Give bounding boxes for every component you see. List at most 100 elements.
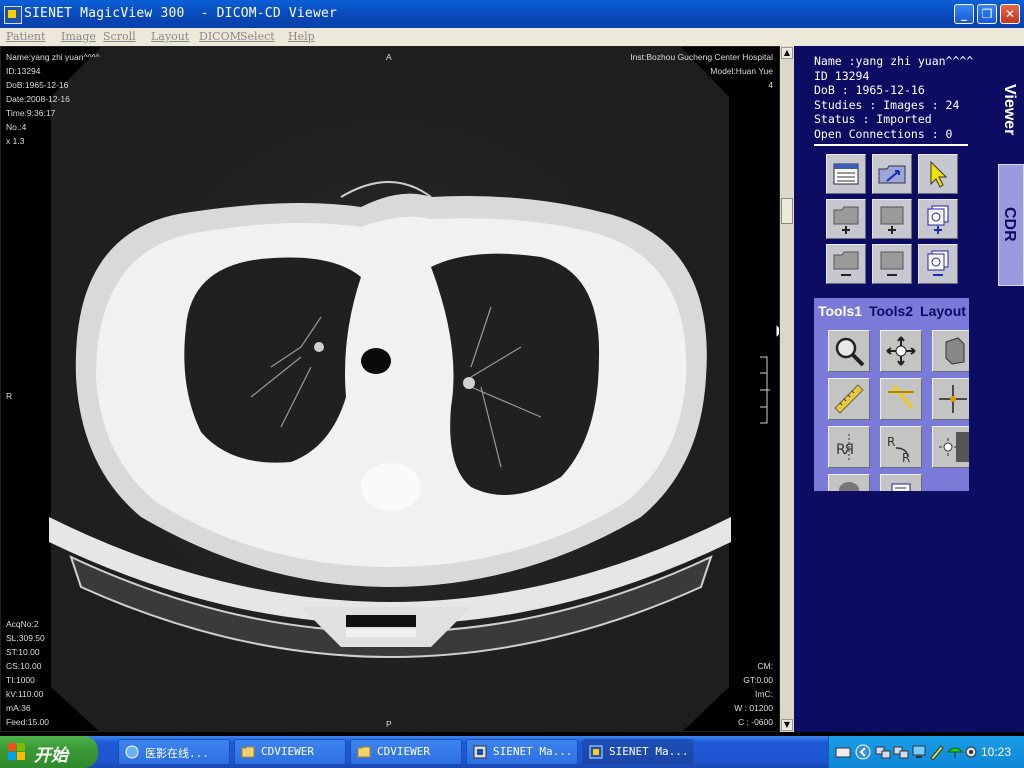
info-dob: DoB : 1965-12-16 [814,83,925,97]
tray-expand-icon[interactable] [855,744,871,760]
app-icon[interactable] [4,6,22,24]
annotation-icon [891,483,911,491]
dob-overlay: DoB:1965-12-16 [6,80,69,90]
roi-icon [839,482,859,491]
network-icon[interactable] [875,744,891,760]
menu-layout[interactable]: Layout [151,30,189,43]
pointer-arrow-icon [930,160,948,188]
task-item[interactable]: SIENET Ma... [466,739,578,765]
roi-tool-button[interactable] [828,474,870,491]
brightness-tool-button[interactable] [932,426,969,468]
slice-location-overlay: SL:309.50 [6,633,45,643]
feed-overlay: Feed:15.00 [6,717,50,727]
scroll-down-icon[interactable]: ▼ [781,719,793,731]
svg-text:R: R [844,442,854,458]
crosshair-tool-button[interactable] [932,378,969,420]
tab-tools1[interactable]: Tools1 [816,300,864,322]
menu-patient[interactable]: Patient [6,30,45,43]
scale-ruler [760,356,770,424]
menu-scroll[interactable]: Scroll [103,30,136,43]
task-item[interactable]: CDVIEWER [234,739,346,765]
angle-tool-button[interactable] [880,378,922,420]
remove-image-button[interactable] [918,244,958,284]
patient-list-button[interactable] [826,154,866,194]
rotate-3d-tool-button[interactable] [932,330,969,372]
rotate-icon: RR [887,435,910,464]
pan-icon [886,336,916,366]
overlay-top-right: Inst:Bozhou Gucheng Center Hospital Mode… [630,50,773,92]
slice-thickness-overlay: ST:10.00 [6,647,40,657]
tab-cdr[interactable]: CDR [998,164,1024,286]
brightness-icon [939,432,969,462]
add-series-icon [880,206,904,234]
window-center-overlay: C : -0600 [738,717,773,727]
annotation-tool-button[interactable] [880,474,922,491]
patient-id-overlay: ID:13294 [6,66,41,76]
menu-select[interactable]: Select [240,30,275,43]
task-label: CDVIEWER [261,745,314,758]
menu-help[interactable]: Help [288,30,315,43]
orientation-bottom: P [386,719,392,729]
clock[interactable]: 10:23 [981,745,1011,759]
tools-grid: RR RR [824,326,969,491]
acqno-overlay: AcqNo:2 [6,619,39,629]
imc-overlay: ImC: [755,689,773,699]
side-panel: Name :yang zhi yuan^^^^ ID 13294 DoB : 196… [794,46,1024,732]
window-width-overlay: W : 01200 [734,703,773,713]
display-icon[interactable] [911,744,927,760]
orientation-top: A [386,52,392,62]
task-label: SIENET Ma... [609,745,689,758]
taskbar: 开始 医影在线... CDVIEWER CDVIEWER SIENET Ma..… [0,736,1024,768]
tab-tools2[interactable]: Tools2 [866,300,916,322]
window-title: SIENET MagicView 300 - DICOM-CD Viewer [24,6,338,21]
cm-overlay: CM: [757,661,773,671]
add-series-button[interactable] [872,199,912,239]
open-folder-button[interactable] [872,154,912,194]
pointer-button[interactable] [918,154,958,194]
remove-series-button[interactable] [872,244,912,284]
task-item[interactable]: 医影在线... [118,739,230,765]
task-item[interactable]: CDVIEWER [350,739,462,765]
rotate-3d-icon [945,337,965,365]
viewer-scrollbar[interactable]: ▲ ▼ [780,46,794,732]
ma-overlay: mA:36 [6,703,31,713]
app-icon [473,745,487,759]
restore-button[interactable]: ❐ [977,4,997,24]
task-item-active[interactable]: SIENET Ma... [582,739,694,765]
ruler-tool-button[interactable] [828,378,870,420]
minimize-button[interactable]: _ [954,4,974,24]
flip-tool-button[interactable]: RR [828,426,870,468]
rotate-tool-button[interactable]: RR [880,426,922,468]
scroll-up-icon[interactable]: ▲ [781,47,793,59]
info-id: ID 13294 [814,68,870,83]
info-name: Name :yang zhi yuan^^^^ [814,54,974,68]
series-overlay: 4 [768,80,773,90]
pan-tool-button[interactable] [880,330,922,372]
add-folder-button[interactable] [826,199,866,239]
tab-viewer[interactable]: Viewer [998,76,1024,166]
zoom-tool-button[interactable] [828,330,870,372]
image-viewport[interactable]: Name:yang zhi yuan^^^^ ID:13294 DoB:1965… [0,46,780,732]
orientation-left: R [6,391,13,401]
scroll-thumb[interactable] [781,198,793,224]
network-icon[interactable] [893,744,909,760]
umbrella-icon[interactable] [947,744,963,760]
institution-overlay: Inst:Bozhou Gucheng Center Hospital [630,52,773,62]
remove-folder-button[interactable] [826,244,866,284]
keyboard-icon[interactable] [835,745,851,759]
task-label: SIENET Ma... [493,745,573,758]
remove-folder-icon [833,251,859,276]
start-button[interactable]: 开始 [0,736,98,768]
add-image-button[interactable] [918,199,958,239]
menu-image[interactable]: Image [61,30,96,43]
info-studies: Studies : Images : 24 [814,97,960,112]
pen-icon[interactable] [929,744,945,760]
close-button[interactable]: ✕ [1000,4,1020,24]
menu-dicom[interactable]: DICOM [199,30,241,43]
info-connections: Open Connections : 0 [814,126,953,141]
patient-toolbar [826,154,962,286]
tab-layout[interactable]: Layout [918,300,968,322]
settings-icon[interactable] [963,744,979,760]
task-label: CDVIEWER [377,745,430,758]
image-number-overlay: No.:4 [6,122,27,132]
